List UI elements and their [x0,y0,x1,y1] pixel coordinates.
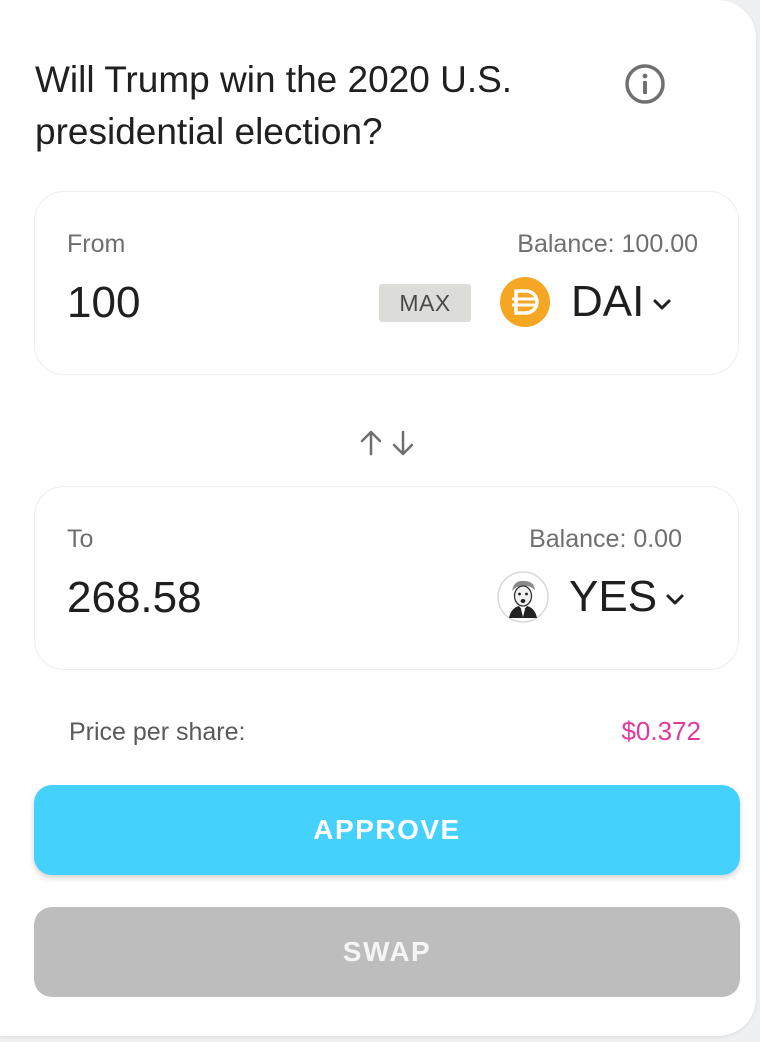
trump-portrait-icon [497,571,549,623]
from-balance: Balance: 100.00 [517,230,698,258]
from-amount-input[interactable] [67,278,367,328]
approve-button[interactable]: APPROVE [34,785,740,875]
swap-card: Will Trump win the 2020 U.S. presidentia… [0,0,756,1036]
to-panel: To Balance: 0.00 YES [34,486,739,670]
chevron-down-icon [666,594,684,605]
price-per-share-value: $0.372 [621,716,701,746]
from-label: From [67,230,126,258]
from-panel: From Balance: 100.00 MAX DAI [34,191,739,375]
max-button[interactable]: MAX [379,284,471,322]
from-token-selector[interactable]: DAI [499,272,674,332]
from-token-name: DAI [571,277,645,326]
to-label: To [67,525,94,553]
info-icon[interactable] [624,63,666,105]
to-amount-input[interactable] [67,573,367,623]
to-token-name: YES [569,572,658,621]
chevron-down-icon [653,299,671,310]
to-balance: Balance: 0.00 [529,525,682,553]
dai-coin-icon [500,277,550,327]
swap-direction-icon[interactable] [356,428,418,458]
market-question: Will Trump win the 2020 U.S. presidentia… [35,59,513,152]
swap-button[interactable]: SWAP [34,907,740,997]
to-token-selector[interactable]: YES [497,567,687,627]
price-per-share-label: Price per share: [69,718,246,746]
